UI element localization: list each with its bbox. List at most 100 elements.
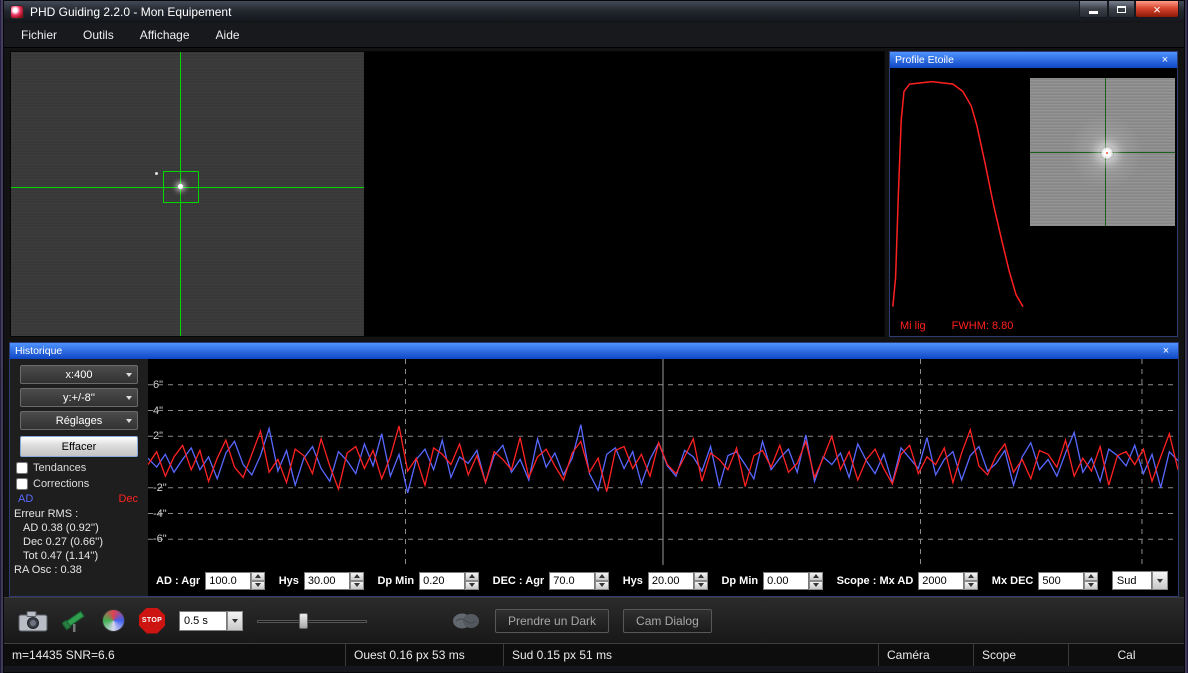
combo-dropdown-button[interactable] [227,610,243,631]
camera-connect-button[interactable] [18,610,48,632]
menu-aide[interactable]: Aide [203,23,253,47]
profile-panel-title: Profile Etoile [895,54,954,66]
param-dec-hys: Hys 20.00 [623,571,708,590]
spin-down-button[interactable] [964,580,979,590]
history-side-panel: x:400 y:+/-8'' Réglages Effacer Tendance… [10,359,148,596]
spin-down-button[interactable] [1084,580,1099,590]
history-main: 6" 4" 2" -2" -4" -6" AD : Agr 100.0 Hys … [148,359,1178,596]
spin-up-button[interactable] [1084,571,1099,581]
spinner-value[interactable]: 0.20 [419,571,466,590]
mx-ad-spinner[interactable]: 2000 [918,571,979,590]
top-row: Profile Etoile × Mi lig FWHM: 8.80 [4,48,1184,340]
window-frame-bottom [4,666,1184,672]
spin-up-button[interactable] [809,571,824,581]
spin-down-button[interactable] [809,580,824,590]
spinner-value[interactable]: 0.00 [763,571,810,590]
dec-guide-mode-value: Sud [1111,571,1152,590]
camera-frame[interactable] [11,52,364,336]
legend-dec: Dec [118,493,138,505]
param-label: Dp Min [721,574,759,587]
profile-footer-label: Mi lig [900,320,926,332]
menu-fichier[interactable]: Fichier [8,23,70,47]
stop-button[interactable]: STOP [139,607,165,634]
close-button[interactable]: × [1135,1,1179,18]
profile-panel-close-button[interactable]: × [1158,54,1172,67]
chevron-down-icon [232,618,238,623]
ad-dpmin-spinner[interactable]: 0.20 [419,571,480,590]
status-star-stats: m=14435 SNR=6.6 [4,644,346,666]
y-tick-4: 4" [153,404,164,417]
spin-down-button[interactable] [251,580,266,590]
spin-down-button[interactable] [465,580,480,590]
guide-image-area[interactable] [10,51,885,337]
param-label: Dp Min [377,574,415,587]
effacer-label: Effacer [61,440,97,453]
title-bar: PHD Guiding 2.2.0 - Mon Equipement × [4,1,1184,23]
history-panel-close-button[interactable]: × [1159,345,1173,358]
spinner-value[interactable]: 70.0 [549,571,596,590]
app-icon [10,5,24,19]
minimize-icon [1089,10,1098,14]
exposure-value: 0.5 s [179,610,227,631]
spinner-value[interactable]: 500 [1038,571,1085,590]
history-panel: Historique × x:400 y:+/-8'' Réglages Eff [9,342,1179,597]
take-dark-button[interactable]: Prendre un Dark [495,608,610,633]
param-dec-agr: DEC : Agr 70.0 [493,571,610,590]
spinner-value[interactable]: 2000 [918,571,965,590]
x-scale-select[interactable]: x:400 [20,365,138,384]
spin-down-button[interactable] [595,580,610,590]
spin-up-button[interactable] [349,571,364,581]
spinner-value[interactable]: 20.00 [647,571,694,590]
dec-dpmin-spinner[interactable]: 0.00 [763,571,824,590]
spinner-value[interactable]: 30.00 [303,571,350,590]
history-panel-titlebar[interactable]: Historique × [10,343,1178,359]
tendances-checkbox[interactable] [16,462,28,474]
thumb-star [1099,146,1114,161]
chevron-down-icon [1156,578,1163,583]
spin-up-button[interactable] [964,571,979,581]
spinner-value[interactable]: 100.0 [205,571,252,590]
exposure-select[interactable]: 0.5 s [179,610,243,631]
chevron-down-icon [126,395,132,400]
spin-up-button[interactable] [465,571,480,581]
star-thumbnail [1030,78,1175,226]
slider-thumb[interactable] [298,612,308,629]
combo-dropdown-button[interactable] [1151,571,1168,590]
menu-outils[interactable]: Outils [70,23,127,47]
spin-up-button[interactable] [251,571,266,581]
maximize-button[interactable] [1108,1,1135,18]
reglages-select[interactable]: Réglages [20,411,138,430]
spin-down-button[interactable] [349,580,364,590]
y-scale-select[interactable]: y:+/-8'' [20,388,138,407]
spin-up-button[interactable] [693,571,708,581]
minimize-button[interactable] [1079,1,1108,18]
spin-up-button[interactable] [595,571,610,581]
telescope-connect-button[interactable] [62,609,88,633]
rms-stats: Erreur RMS : AD 0.38 (0.92'') Dec 0.27 (… [14,507,144,577]
status-cal: Cal [1117,648,1136,662]
dec-hys-spinner[interactable]: 20.00 [647,571,708,590]
ad-agr-spinner[interactable]: 100.0 [205,571,266,590]
param-ad-dpmin: Dp Min 0.20 [377,571,480,590]
cam-dialog-button[interactable]: Cam Dialog [623,608,712,633]
gamma-slider[interactable] [257,612,367,630]
y-tick-n2: -2" [153,481,167,494]
maximize-icon [1117,5,1126,13]
advanced-settings-button[interactable] [451,611,481,631]
ad-hys-spinner[interactable]: 30.00 [303,571,364,590]
guide-button[interactable] [102,609,125,632]
status-west: Ouest 0.16 px 53 ms [346,644,504,666]
param-mx-dec: Mx DEC 500 [992,571,1099,590]
mx-dec-spinner[interactable]: 500 [1038,571,1099,590]
guide-star[interactable] [178,184,183,189]
corrections-checkbox[interactable] [16,478,28,490]
menu-affichage[interactable]: Affichage [127,23,203,47]
profile-panel-titlebar[interactable]: Profile Etoile × [890,52,1177,68]
dec-agr-spinner[interactable]: 70.0 [549,571,610,590]
spin-down-button[interactable] [693,580,708,590]
x-scale-label: x:400 [65,368,93,381]
effacer-button[interactable]: Effacer [20,436,138,457]
status-scope: Scope [974,644,1069,666]
dec-guide-mode-select[interactable]: Sud [1111,571,1168,590]
corrections-label: Corrections [33,478,90,490]
